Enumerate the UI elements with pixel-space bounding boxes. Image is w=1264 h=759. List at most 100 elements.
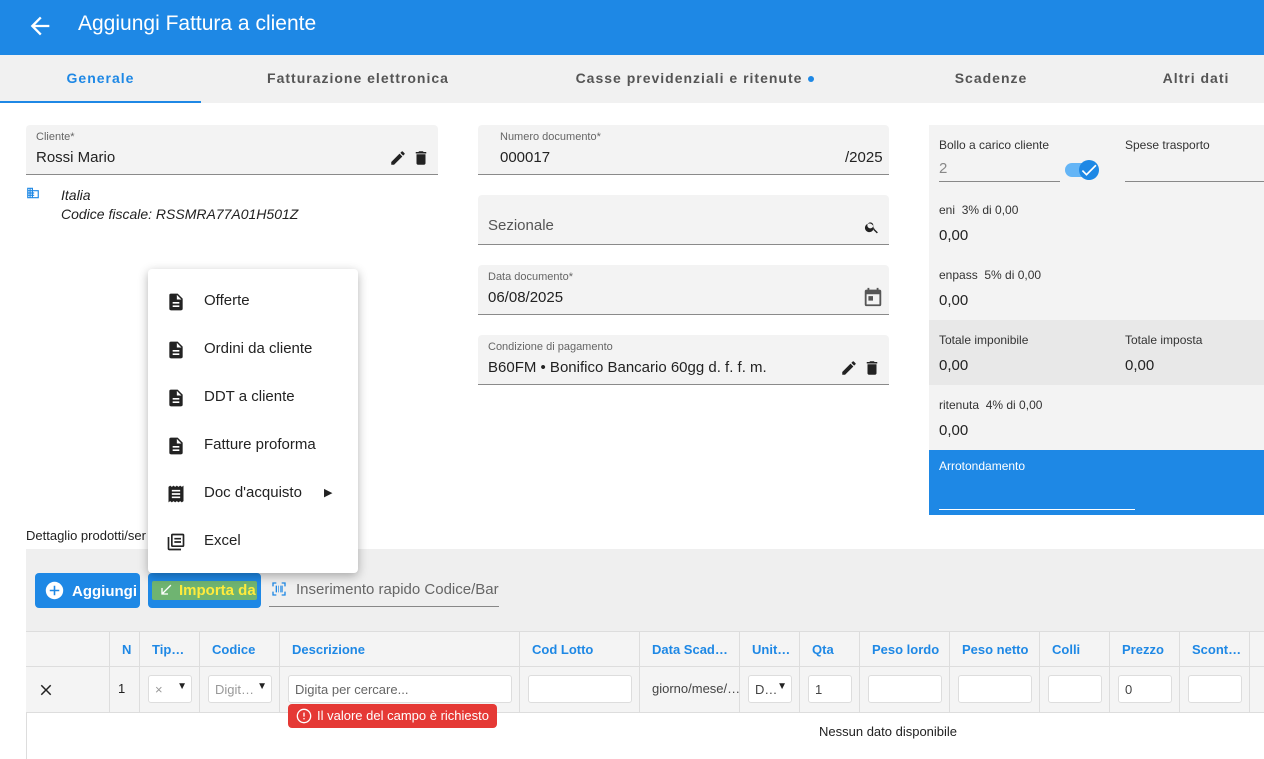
calendar-icon[interactable] bbox=[862, 286, 884, 308]
numero-suffix: /2025 bbox=[845, 149, 883, 166]
arrotondamento-input[interactable] bbox=[939, 480, 1135, 510]
imponibile-value: 0,00 bbox=[939, 357, 969, 374]
numero-documento-field[interactable]: Numero documento* 000017 /2025 bbox=[478, 125, 889, 175]
cliente-field[interactable]: Cliente* Rossi Mario bbox=[26, 125, 438, 175]
delete-icon[interactable] bbox=[863, 359, 881, 377]
bollo-toggle[interactable] bbox=[1065, 160, 1099, 180]
qta-input[interactable]: 1 bbox=[808, 675, 852, 703]
page-title: Aggiungi Fattura a cliente bbox=[78, 12, 317, 35]
grid-header-qta[interactable]: Qta bbox=[800, 632, 860, 668]
menu-item-ordini[interactable]: Ordini da cliente bbox=[148, 325, 358, 373]
bollo-label: Bollo a carico cliente bbox=[939, 138, 1050, 152]
ritenuta-value: 0,00 bbox=[939, 422, 969, 439]
document-icon bbox=[169, 389, 183, 407]
tipo-select[interactable]: × ▼ bbox=[148, 675, 192, 703]
grid-header-prezzo[interactable]: Prezzo bbox=[1110, 632, 1180, 668]
data-documento-field[interactable]: Data documento* 06/08/2025 bbox=[478, 265, 889, 315]
error-icon bbox=[296, 708, 312, 724]
imponibile-label: Totale imponibile bbox=[939, 333, 1029, 347]
cod-lotto-input[interactable] bbox=[528, 675, 632, 703]
search-icon[interactable] bbox=[864, 219, 880, 235]
enpass-value: 0,00 bbox=[939, 292, 969, 309]
totals-panel: Bollo a carico cliente 2 Spese trasporto… bbox=[929, 125, 1264, 515]
totali-row: Totale imponibile 0,00 Totale imposta 0,… bbox=[929, 320, 1264, 385]
prezzo-input[interactable]: 0 bbox=[1118, 675, 1172, 703]
eni-value: 0,00 bbox=[939, 227, 969, 244]
grid-header-colli[interactable]: Colli bbox=[1040, 632, 1110, 668]
eni-row: eni 3% di 0,00 0,00 bbox=[929, 190, 1264, 255]
descrizione-input[interactable]: Digita per cercare... bbox=[288, 675, 512, 703]
sezionale-placeholder: Sezionale bbox=[488, 217, 554, 234]
condizione-value: B60FM • Bonifico Bancario 60gg d. f. f. … bbox=[488, 359, 767, 376]
grid-header-tipo[interactable]: Tip… bbox=[140, 632, 200, 668]
row-number: 1 bbox=[118, 681, 126, 696]
receipt-icon bbox=[168, 485, 184, 503]
menu-item-ddt[interactable]: DDT a cliente bbox=[148, 373, 358, 421]
menu-item-offerte[interactable]: Offerte bbox=[148, 277, 358, 325]
import-button[interactable]: Importa da bbox=[148, 573, 261, 608]
grid-header-unita[interactable]: Unit… bbox=[740, 632, 800, 668]
arrotondamento-label: Arrotondamento bbox=[939, 459, 1026, 473]
tab-bar: Generale Fatturazione elettronica Casse … bbox=[0, 55, 1264, 103]
delete-icon[interactable] bbox=[412, 149, 430, 167]
colli-input[interactable] bbox=[1048, 675, 1102, 703]
cliente-value: Rossi Mario bbox=[36, 149, 116, 166]
data-value: 06/08/2025 bbox=[488, 289, 564, 306]
quick-insert-field[interactable]: Inserimento rapido Codice/Bar bbox=[269, 573, 499, 607]
numero-label: Numero documento* bbox=[500, 131, 601, 143]
document-icon bbox=[169, 437, 183, 455]
cliente-country: Italia bbox=[61, 187, 91, 203]
grid-header-cod-lotto[interactable]: Cod Lotto bbox=[520, 632, 640, 668]
grid-header-peso-lordo[interactable]: Peso lordo bbox=[860, 632, 950, 668]
peso-lordo-input[interactable] bbox=[868, 675, 942, 703]
grid-header-descrizione[interactable]: Descrizione bbox=[280, 632, 520, 668]
import-menu: Offerte Ordini da cliente DDT a cliente … bbox=[148, 269, 358, 573]
section-label: Dettaglio prodotti/ser bbox=[26, 528, 146, 543]
spreadsheet-icon bbox=[167, 533, 185, 551]
arrotondamento-row[interactable]: Arrotondamento bbox=[929, 450, 1264, 515]
tab-generale[interactable]: Generale bbox=[0, 55, 201, 103]
sconto-input[interactable] bbox=[1188, 675, 1242, 703]
bollo-row: Bollo a carico cliente 2 Spese trasporto bbox=[929, 125, 1264, 190]
menu-item-excel[interactable]: Excel bbox=[148, 517, 358, 565]
menu-item-doc-acquisto[interactable]: Doc d'acquisto ▶ bbox=[148, 469, 358, 517]
sezionale-field[interactable]: Sezionale bbox=[478, 195, 889, 245]
cliente-tax-code: Codice fiscale: RSSMRA77A01H501Z bbox=[61, 206, 299, 222]
cliente-info: Italia Codice fiscale: RSSMRA77A01H501Z bbox=[61, 186, 298, 224]
edit-icon[interactable] bbox=[389, 149, 407, 167]
import-arrow-icon bbox=[161, 584, 172, 595]
back-arrow-icon[interactable] bbox=[26, 12, 54, 40]
document-icon bbox=[169, 341, 183, 359]
tab-altri-dati[interactable]: Altri dati bbox=[1107, 55, 1264, 103]
bollo-input[interactable]: 2 bbox=[939, 155, 1060, 182]
add-circle-icon bbox=[45, 581, 64, 600]
grid-header-codice[interactable]: Codice bbox=[200, 632, 280, 668]
codice-select[interactable]: Digit… ▼ bbox=[208, 675, 272, 703]
tab-casse-previdenziali[interactable]: Casse previdenziali e ritenute bbox=[515, 55, 875, 103]
imposta-label: Totale imposta bbox=[1125, 333, 1203, 347]
data-scadenza-input[interactable]: giorno/mese/… bbox=[652, 681, 740, 696]
barcode-scan-icon bbox=[272, 582, 286, 596]
condizione-label: Condizione di pagamento bbox=[488, 341, 613, 353]
unita-select[interactable]: D… ▼ bbox=[748, 675, 792, 703]
menu-item-proforma[interactable]: Fatture proforma bbox=[148, 421, 358, 469]
add-button[interactable]: Aggiungi bbox=[35, 573, 140, 608]
dropdown-arrow-icon: ▼ bbox=[177, 681, 187, 692]
imposta-value: 0,00 bbox=[1125, 357, 1155, 374]
notification-dot bbox=[808, 76, 815, 83]
remove-row-icon[interactable] bbox=[37, 681, 55, 699]
edit-icon[interactable] bbox=[840, 359, 858, 377]
grid-header-n[interactable]: N bbox=[110, 632, 140, 668]
grid-header-sconto[interactable]: Scont… bbox=[1180, 632, 1250, 668]
enpass-row: enpass 5% di 0,00 0,00 bbox=[929, 255, 1264, 320]
tab-scadenze[interactable]: Scadenze bbox=[875, 55, 1107, 103]
tab-fatturazione-elettronica[interactable]: Fatturazione elettronica bbox=[201, 55, 515, 103]
spese-input[interactable] bbox=[1125, 155, 1264, 182]
grid-header-select bbox=[26, 632, 110, 668]
business-icon bbox=[27, 187, 39, 199]
peso-netto-input[interactable] bbox=[958, 675, 1032, 703]
grid-header-peso-netto[interactable]: Peso netto bbox=[950, 632, 1040, 668]
condizione-pagamento-field[interactable]: Condizione di pagamento B60FM • Bonifico… bbox=[478, 335, 889, 385]
document-icon bbox=[169, 293, 183, 311]
grid-header-data-scadenza[interactable]: Data Scad… bbox=[640, 632, 740, 668]
